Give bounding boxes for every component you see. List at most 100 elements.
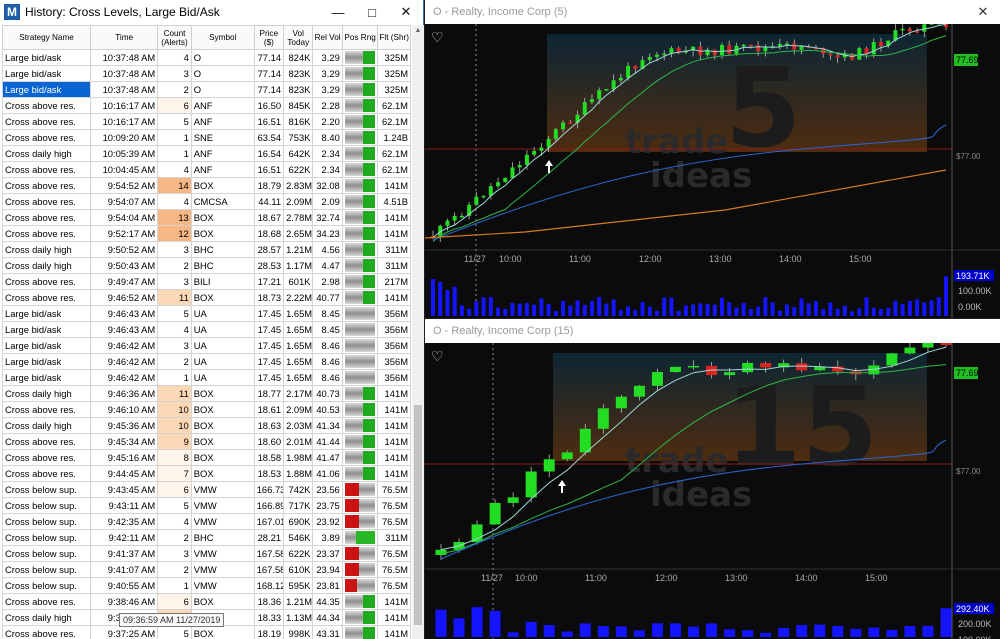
table-row[interactable]: Cross above res. 9:46:52 AM 11 BOX 18.73 2.22…: [2, 289, 411, 306]
count-cell: 3: [157, 337, 192, 354]
table-row[interactable]: Large bid/ask 9:46:42 AM 1 UA 17.45 1.65M 8.46…: [2, 369, 411, 386]
table-row[interactable]: Large bid/ask 9:46:42 AM 3 UA 17.45 1.65M 8.46…: [2, 337, 411, 354]
table-row[interactable]: Large bid/ask 10:37:48 AM 4 O 77.14 824K 3.29 3…: [2, 49, 411, 66]
volume-bar: [471, 607, 483, 637]
table-row[interactable]: Large bid/ask 9:46:42 AM 2 UA 17.45 1.65M 8.46…: [2, 353, 411, 370]
time-cell: 9:46:43 AM: [90, 321, 159, 338]
volume-cell: 1.13M: [283, 609, 314, 626]
volume-bar: [770, 302, 775, 316]
table-row[interactable]: Cross below sup. 9:41:37 AM 3 VMW 167.58 622K…: [2, 545, 411, 562]
volume-bar: [481, 297, 486, 316]
count-cell: 4: [157, 193, 192, 210]
maximize-button[interactable]: □: [355, 0, 389, 24]
minimize-button[interactable]: —: [321, 0, 355, 24]
table-row[interactable]: Large bid/ask 10:37:48 AM 2 O 77.14 823K 3.29 3…: [2, 81, 411, 98]
table-row[interactable]: Cross above res. 10:16:17 AM 5 ANF 16.51 816K…: [2, 113, 411, 130]
table-row[interactable]: Large bid/ask 10:37:48 AM 3 O 77.14 823K 3.29 3…: [2, 65, 411, 82]
column-header[interactable]: Pos Rng: [341, 25, 379, 50]
scroll-thumb[interactable]: [414, 405, 422, 625]
volume-cell: 816K: [283, 113, 314, 130]
volume-bar: [778, 627, 790, 637]
price-cell: 18.36: [253, 593, 285, 610]
symbol-cell: VMW: [190, 513, 255, 530]
symbol-cell: BILI: [190, 273, 255, 290]
count-cell: 4: [157, 161, 192, 178]
candle: [886, 353, 898, 366]
volume-bar: [582, 304, 587, 316]
column-header[interactable]: Price ($): [253, 25, 285, 50]
table-row[interactable]: Cross daily high 9:50:43 AM 2 BHC 28.53 1.17M…: [2, 257, 411, 274]
candle: [517, 164, 522, 168]
volume-bar: [814, 624, 826, 637]
table-row[interactable]: Cross below sup. 9:40:55 AM 1 VMW 168.12 595K…: [2, 577, 411, 594]
symbol-cell: BHC: [190, 529, 255, 546]
table-row[interactable]: Cross above res. 9:52:17 AM 12 BOX 18.68 2.65…: [2, 225, 411, 242]
volume-bar: [886, 308, 891, 316]
column-header[interactable]: Time: [90, 25, 159, 50]
count-cell: 12: [157, 225, 192, 242]
table-row[interactable]: Cross above res. 10:16:17 AM 6 ANF 16.50 845K…: [2, 97, 411, 114]
candle: [543, 459, 555, 472]
table-row[interactable]: Cross above res. 10:09:20 AM 1 SNE 63.54 753K…: [2, 129, 411, 146]
volume-cell: 595K: [283, 577, 314, 594]
column-header[interactable]: Rel Vol: [312, 25, 343, 50]
candle: [532, 150, 537, 155]
relvol-cell: 23.92: [312, 513, 343, 530]
table-row[interactable]: Cross above res. 9:54:07 AM 4 CMCSA 44.11 2.0…: [2, 193, 411, 210]
table-row[interactable]: Cross above res. 9:46:10 AM 10 BOX 18.61 2.09…: [2, 401, 411, 418]
close-button[interactable]: ✕: [966, 0, 1000, 24]
column-header[interactable]: Flt (Shr): [377, 25, 411, 50]
relvol-cell: 23.37: [312, 545, 343, 562]
table-row[interactable]: Cross daily high 9:50:52 AM 3 BHC 28.57 1.21M…: [2, 241, 411, 258]
close-button[interactable]: ✕: [389, 0, 423, 24]
table-row[interactable]: Cross above res. 9:54:04 AM 13 BOX 18.67 2.78…: [2, 209, 411, 226]
chart-canvas[interactable]: tradeideas5 $77.00♡77.6910:00 11:00 12:00 13…: [425, 24, 1000, 318]
volume-cell: 1.65M: [283, 353, 314, 370]
strategy-cell: Large bid/ask: [2, 65, 92, 82]
scroll-up-icon[interactable]: ▲: [412, 25, 424, 37]
symbol-cell: VMW: [190, 577, 255, 594]
table-row[interactable]: Cross above res. 9:45:34 AM 9 BOX 18.60 2.01M…: [2, 433, 411, 450]
table-row[interactable]: Cross above res. 10:04:45 AM 4 ANF 16.51 622K…: [2, 161, 411, 178]
table-row[interactable]: Cross below sup. 9:41:07 AM 2 VMW 167.58 610K…: [2, 561, 411, 578]
price-cell: 18.77: [253, 385, 285, 402]
table-row[interactable]: Large bid/ask 9:46:43 AM 5 UA 17.45 1.65M 8.45…: [2, 305, 411, 322]
column-header[interactable]: Vol Today: [283, 25, 314, 50]
table-row[interactable]: Cross above res. 9:38:46 AM 6 BOX 18.36 1.21M…: [2, 593, 411, 610]
column-header[interactable]: Symbol: [190, 25, 255, 50]
table-row[interactable]: Cross below sup. 9:43:45 AM 6 VMW 166.73 742K…: [2, 481, 411, 498]
column-header[interactable]: Strategy Name: [2, 25, 92, 50]
table-row[interactable]: Cross daily high 9:45:36 AM 10 BOX 18.63 2.03…: [2, 417, 411, 434]
candle: [633, 65, 638, 69]
volume-cell: 2.22M: [283, 289, 314, 306]
time-cell: 10:16:17 AM: [90, 113, 159, 130]
chart-window-5min[interactable]: O - Realty, Income Corp (5) ✕ trade ideas…: [425, 0, 1000, 318]
table-row[interactable]: Cross above res. 9:54:52 AM 14 BOX 18.79 2.83…: [2, 177, 411, 194]
table-row[interactable]: Cross above res. 9:49:47 AM 3 BILI 17.21 601K…: [2, 273, 411, 290]
table-row[interactable]: Cross below sup. 9:43:11 AM 5 VMW 166.89 717K…: [2, 497, 411, 514]
strategy-cell: Cross below sup.: [2, 561, 92, 578]
chart-title: O - Realty, Income Corp (5): [433, 6, 568, 18]
time-cell: 9:41:07 AM: [90, 561, 159, 578]
time-cell: 9:45:16 AM: [90, 449, 159, 466]
float-cell: 141M: [377, 225, 411, 242]
price-cell: 18.67: [253, 209, 285, 226]
float-cell: 141M: [377, 177, 411, 194]
vertical-scrollbar[interactable]: ▲: [412, 25, 424, 639]
chart-canvas[interactable]: tradeideas15 $77.00♡77.6910:00 11:00 12:00 1…: [425, 343, 1000, 639]
position-range-bar: [341, 257, 379, 274]
table-row[interactable]: Cross daily high 9:46:36 AM 11 BOX 18.77 2.17…: [2, 385, 411, 402]
column-header[interactable]: Count (Alerts): [157, 25, 192, 50]
table-row[interactable]: Cross below sup. 9:42:35 AM 4 VMW 167.01 690K…: [2, 513, 411, 530]
table-row[interactable]: Cross daily high 10:05:39 AM 1 ANF 16.54 642K…: [2, 145, 411, 162]
symbol-cell: ANF: [190, 145, 255, 162]
table-row[interactable]: Cross above res. 9:44:45 AM 7 BOX 18.53 1.88M…: [2, 465, 411, 482]
time-cell: 10:05:39 AM: [90, 145, 159, 162]
table-row[interactable]: Large bid/ask 9:46:43 AM 4 UA 17.45 1.65M 8.45…: [2, 321, 411, 338]
table-row[interactable]: Cross above res. 9:45:16 AM 8 BOX 18.58 1.98M…: [2, 449, 411, 466]
price-cell: 77.14: [253, 49, 285, 66]
chart-window-15min[interactable]: O - Realty, Income Corp (15) trade ideas 1…: [425, 319, 1000, 639]
table-row[interactable]: Cross below sup. 9:42:11 AM 2 BHC 28.21 546K 3…: [2, 529, 411, 546]
table-row[interactable]: Cross above res. 9:37:25 AM 5 BOX 18.19 998K 4…: [2, 625, 411, 639]
volume-bar: [760, 632, 772, 637]
